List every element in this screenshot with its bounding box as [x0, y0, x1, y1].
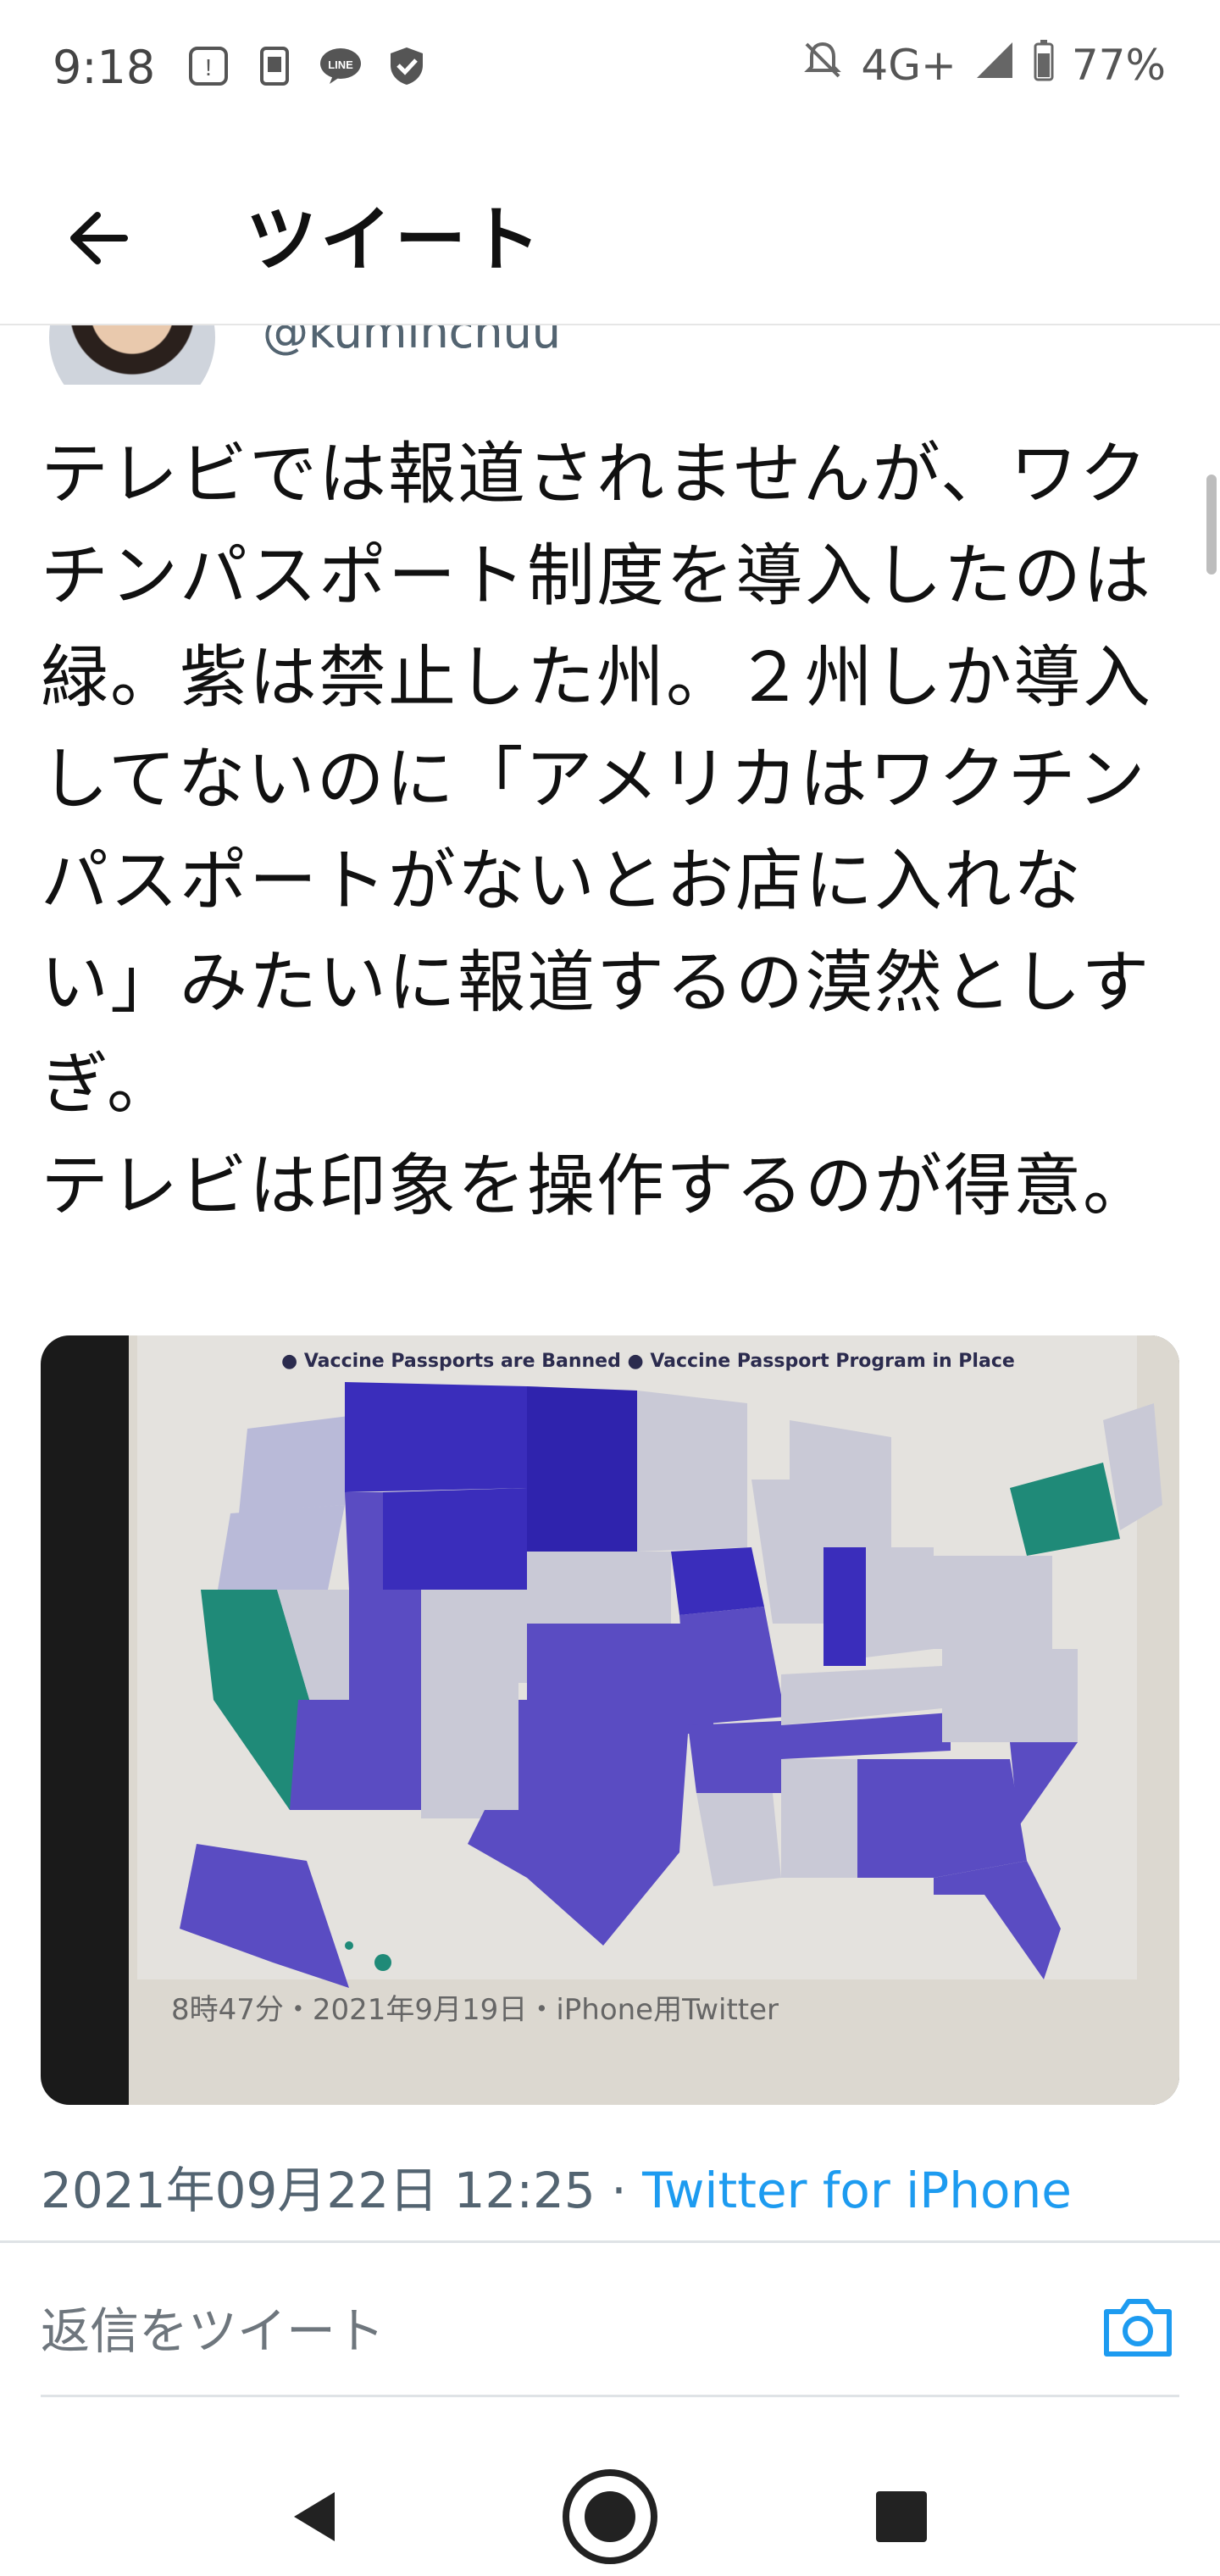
shield-check-icon: [383, 42, 430, 90]
network-label: 4G+: [861, 41, 957, 90]
tweet-media[interactable]: ● Vaccine Passports are Banned ● Vaccine…: [41, 1335, 1179, 2105]
avatar-image[interactable]: [49, 325, 215, 385]
svg-text:!: !: [205, 54, 212, 80]
tweet-text: テレビでは報道されませんが、ワクチンパスポート制度を導入したのは緑。紫は禁止した…: [41, 435, 1152, 1225]
scrolled-profile-strip: @kuminchuu: [0, 325, 1220, 385]
line-app-icon: LINE: [317, 42, 364, 90]
sim-icon: [251, 42, 298, 90]
app-header: ツイート: [0, 136, 1220, 325]
status-bar: 9:18 ! LINE 4G+ 77%: [0, 0, 1220, 136]
camera-icon: [1104, 2299, 1172, 2357]
status-notification-icons: ! LINE: [185, 42, 430, 90]
reply-bar: 返信をツイート: [0, 2244, 1220, 2396]
map-caption: 8時47分・2021年9月19日・iPhone用Twitter: [171, 1993, 779, 2027]
nav-recents-icon: [876, 2491, 927, 2542]
divider: [0, 2240, 1220, 2243]
nav-back-icon: [294, 2492, 335, 2541]
tweet-timestamp[interactable]: 2021年09月22日 12:25: [41, 2162, 596, 2219]
nav-home-icon: [563, 2469, 657, 2564]
page-title: ツイート: [246, 198, 545, 281]
meta-separator: ·: [595, 2162, 643, 2219]
svg-text:LINE: LINE: [328, 58, 353, 71]
scrollbar[interactable]: [1206, 475, 1217, 575]
battery-icon: [1033, 39, 1055, 92]
nav-recents-button[interactable]: [851, 2466, 952, 2568]
status-time: 9:18: [53, 41, 156, 94]
system-nav-bar: [0, 2440, 1220, 2576]
map-legend: ● Vaccine Passports are Banned ● Vaccine…: [281, 1351, 1015, 1372]
tweet-meta: 2021年09月22日 12:25 · Twitter for iPhone: [41, 2151, 1072, 2222]
mute-bell-icon: [801, 39, 844, 92]
reply-input[interactable]: 返信をツイート: [41, 2291, 385, 2362]
nav-home-button[interactable]: [559, 2466, 661, 2568]
divider: [41, 2395, 1179, 2397]
status-system-icons: 4G+ 77%: [801, 39, 1166, 92]
map-image[interactable]: ● Vaccine Passports are Banned ● Vaccine…: [129, 1335, 1179, 2105]
camera-button[interactable]: [1100, 2293, 1176, 2361]
notification-icon: !: [185, 42, 232, 90]
nav-back-button[interactable]: [264, 2466, 366, 2568]
back-button[interactable]: [51, 192, 144, 285]
signal-icon: [973, 39, 1016, 92]
tweet-source-link[interactable]: Twitter for iPhone: [642, 2162, 1072, 2219]
user-handle-visible[interactable]: @kuminchuu: [263, 325, 561, 358]
battery-percent: 77%: [1071, 41, 1166, 90]
back-arrow-icon: [70, 212, 128, 264]
